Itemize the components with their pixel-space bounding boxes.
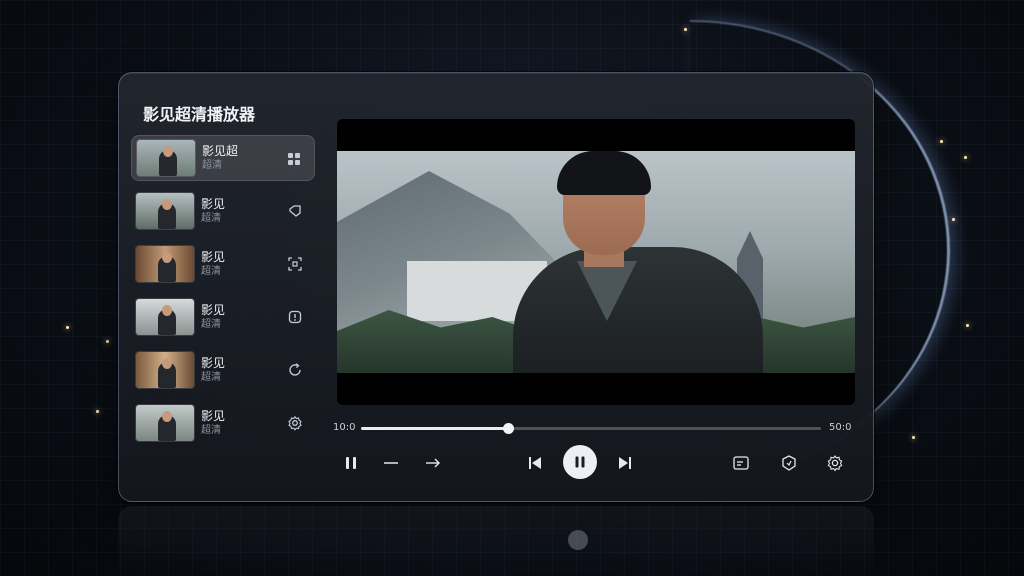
grid-icon[interactable] — [286, 151, 302, 167]
sparkle — [940, 140, 943, 143]
window-reflection — [118, 506, 874, 576]
progress-fill — [361, 427, 509, 430]
sidebar-item-2[interactable]: 影见 超清 — [131, 188, 315, 234]
next-button[interactable] — [613, 451, 637, 475]
sparkle — [66, 326, 69, 329]
player-window: 影见超清播放器 影见超 超清 影见 超清 影见 超清 影见 超清 影见 超清 影… — [118, 72, 874, 502]
previous-button[interactable] — [523, 451, 547, 475]
sidebar-item-title: 影见 — [201, 303, 226, 317]
scan-icon[interactable] — [287, 256, 303, 272]
sidebar-item-subtitle: 超清 — [201, 425, 221, 436]
refresh-icon[interactable] — [287, 362, 303, 378]
shield-icon — [782, 455, 796, 471]
sparkle — [966, 324, 969, 327]
sidebar-item-3[interactable]: 影见 超清 — [131, 241, 315, 287]
video-frame — [337, 151, 855, 373]
sparkle — [912, 436, 915, 439]
sidebar-item-subtitle: 超清 — [201, 213, 221, 224]
app-title: 影见超清播放器 — [143, 105, 256, 124]
thumbnail — [135, 351, 195, 389]
tag-icon[interactable] — [287, 203, 303, 219]
sparkle — [964, 156, 967, 159]
video-viewport[interactable] — [337, 119, 855, 405]
sidebar-item-title: 影见 — [201, 250, 226, 264]
sidebar-item-subtitle: 超清 — [201, 319, 221, 330]
sparkle — [96, 410, 99, 413]
next-icon — [619, 457, 631, 469]
subtitle-icon — [733, 456, 749, 470]
thumbnail — [135, 192, 195, 230]
sidebar-item-subtitle: 超清 — [202, 160, 222, 171]
gear-icon[interactable] — [287, 415, 303, 431]
gear-icon — [827, 455, 843, 472]
forward-arrow-icon — [426, 458, 440, 468]
progress-track[interactable] — [361, 423, 821, 434]
previous-icon — [529, 457, 541, 469]
sidebar-item-title: 影见 — [201, 409, 226, 423]
sidebar-item-5[interactable]: 影见 超清 — [131, 347, 315, 393]
shield-button[interactable] — [777, 451, 801, 475]
sparkle — [106, 340, 109, 343]
play-pause-button[interactable] — [563, 445, 597, 479]
subtitle-button[interactable] — [729, 451, 753, 475]
sidebar-item-subtitle: 超清 — [201, 372, 221, 383]
total-time: 50:0 — [829, 422, 852, 433]
alert-icon[interactable] — [287, 309, 303, 325]
settings-button[interactable] — [823, 451, 847, 475]
minus-icon — [384, 462, 398, 464]
sidebar: 影见超 超清 影见 超清 影见 超清 影见 超清 影见 超清 影见 超清 — [131, 135, 315, 453]
sparkle — [684, 28, 687, 31]
progress-knob[interactable] — [503, 423, 515, 434]
thumbnail — [135, 404, 195, 442]
sidebar-item-6[interactable]: 影见 超清 — [131, 400, 315, 446]
thumbnail — [135, 298, 195, 336]
pause-main-icon — [575, 456, 585, 468]
minus-button[interactable] — [379, 451, 403, 475]
sidebar-item-1[interactable]: 影见超 超清 — [131, 135, 315, 181]
sidebar-item-title: 影见 — [201, 356, 226, 370]
current-time: 10:0 — [333, 422, 356, 433]
thumbnail — [135, 245, 195, 283]
sidebar-item-subtitle: 超清 — [201, 266, 221, 277]
sidebar-item-title: 影见 — [201, 197, 226, 211]
sidebar-item-4[interactable]: 影见 超清 — [131, 294, 315, 340]
forward-button[interactable] — [421, 451, 445, 475]
sidebar-item-title: 影见超 — [202, 144, 239, 158]
thumbnail — [136, 139, 196, 177]
pause-icon — [346, 457, 356, 469]
sparkle — [952, 218, 955, 221]
pause-button[interactable] — [339, 451, 363, 475]
